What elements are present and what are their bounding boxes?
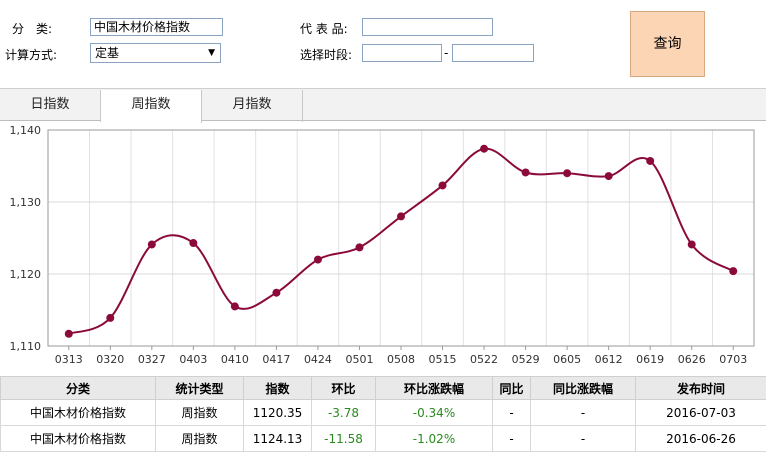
query-form: 分 类: 中国木材价格指数 计算方式: 定基 ▼ 代 表 品: 选择时段: - … (0, 0, 766, 88)
col-header-yoy: 同比 (493, 377, 531, 400)
cell-mom: -3.78 (312, 400, 376, 426)
cell-mom-pct: -0.34% (376, 400, 493, 426)
period-end-input[interactable] (452, 44, 534, 62)
period-start-input[interactable] (362, 44, 442, 62)
representative-label: 代 表 品: (300, 20, 348, 37)
period-separator: - (444, 46, 448, 60)
data-point (605, 172, 613, 180)
x-tick-label: 0626 (678, 353, 706, 366)
line-chart-svg: 1,110 1,120 1,130 1,140 0313 0320 0327 0403 0410… (0, 121, 766, 370)
index-table: 分类 统计类型 指数 环比 环比涨跌幅 同比 同比涨跌幅 发布时间 中国木材价格… (0, 376, 766, 452)
x-tick-label: 0529 (512, 353, 540, 366)
data-point (106, 314, 114, 322)
cell-type: 周指数 (156, 400, 244, 426)
data-point (314, 256, 322, 264)
y-tick-label: 1,120 (10, 268, 42, 281)
tab-weekly[interactable]: 周指数 (101, 90, 202, 123)
data-point (646, 157, 654, 165)
y-tick-label: 1,110 (10, 340, 42, 353)
query-button[interactable]: 查询 (630, 11, 705, 77)
y-tick-label: 1,140 (10, 124, 42, 137)
cell-date: 2016-07-03 (636, 400, 766, 426)
x-tick-label: 0605 (553, 353, 581, 366)
calc-method-label: 计算方式: (5, 46, 57, 63)
x-tick-label: 0410 (221, 353, 249, 366)
x-tick-label: 0619 (636, 353, 664, 366)
x-tick-label: 0417 (262, 353, 290, 366)
col-header-index: 指数 (244, 377, 312, 400)
x-tick-label: 0403 (179, 353, 207, 366)
category-input[interactable]: 中国木材价格指数 (90, 18, 223, 36)
series-line (69, 149, 733, 334)
data-point (397, 212, 405, 220)
table-row: 中国木材价格指数 周指数 1120.35 -3.78 -0.34% - - 20… (1, 400, 766, 426)
cell-yoy: - (493, 426, 531, 452)
data-point (148, 240, 156, 248)
x-tick-label: 0522 (470, 353, 498, 366)
data-point (189, 239, 197, 247)
category-label: 分 类: (12, 20, 52, 37)
tab-daily[interactable]: 日指数 (0, 90, 101, 122)
data-point (480, 145, 488, 153)
period-label: 选择时段: (300, 46, 352, 63)
col-header-type: 统计类型 (156, 377, 244, 400)
x-tick-label: 0501 (345, 353, 373, 366)
tab-monthly[interactable]: 月指数 (202, 90, 303, 122)
cell-category: 中国木材价格指数 (1, 400, 156, 426)
col-header-category: 分类 (1, 377, 156, 400)
col-header-date: 发布时间 (636, 377, 766, 400)
cell-mom-pct: -1.02% (376, 426, 493, 452)
cell-date: 2016-06-26 (636, 426, 766, 452)
data-point (522, 168, 530, 176)
tab-bar: 日指数 周指数 月指数 (0, 88, 766, 121)
data-point (729, 267, 737, 275)
data-point (439, 181, 447, 189)
data-point (563, 169, 571, 177)
table-header-row: 分类 统计类型 指数 环比 环比涨跌幅 同比 同比涨跌幅 发布时间 (1, 377, 766, 400)
data-point (65, 330, 73, 338)
cell-mom: -11.58 (312, 426, 376, 452)
x-tick-label: 0508 (387, 353, 415, 366)
col-header-yoy-pct: 同比涨跌幅 (531, 377, 636, 400)
x-tick-label: 0703 (719, 353, 747, 366)
calc-method-value: 定基 (95, 46, 119, 60)
x-tick-label: 0612 (595, 353, 623, 366)
cell-yoy: - (493, 400, 531, 426)
index-chart: 1,110 1,120 1,130 1,140 0313 0320 0327 0403 0410… (0, 121, 766, 370)
x-tick-label: 0313 (55, 353, 83, 366)
cell-yoy-pct: - (531, 400, 636, 426)
cell-index: 1120.35 (244, 400, 312, 426)
table-row: 中国木材价格指数 周指数 1124.13 -11.58 -1.02% - - 2… (1, 426, 766, 452)
cell-category: 中国木材价格指数 (1, 426, 156, 452)
representative-input[interactable] (362, 18, 493, 36)
x-tick-label: 0515 (429, 353, 457, 366)
data-point (231, 302, 239, 310)
cell-type: 周指数 (156, 426, 244, 452)
calc-method-select[interactable]: 定基 ▼ (90, 43, 221, 63)
cell-index: 1124.13 (244, 426, 312, 452)
dropdown-arrow-icon: ▼ (208, 44, 215, 62)
col-header-mom-pct: 环比涨跌幅 (376, 377, 493, 400)
y-tick-label: 1,130 (10, 196, 42, 209)
data-point (355, 243, 363, 251)
x-tick-label: 0320 (96, 353, 124, 366)
x-tick-label: 0424 (304, 353, 332, 366)
col-header-mom: 环比 (312, 377, 376, 400)
data-point (272, 289, 280, 297)
data-point (688, 240, 696, 248)
x-tick-label: 0327 (138, 353, 166, 366)
cell-yoy-pct: - (531, 426, 636, 452)
